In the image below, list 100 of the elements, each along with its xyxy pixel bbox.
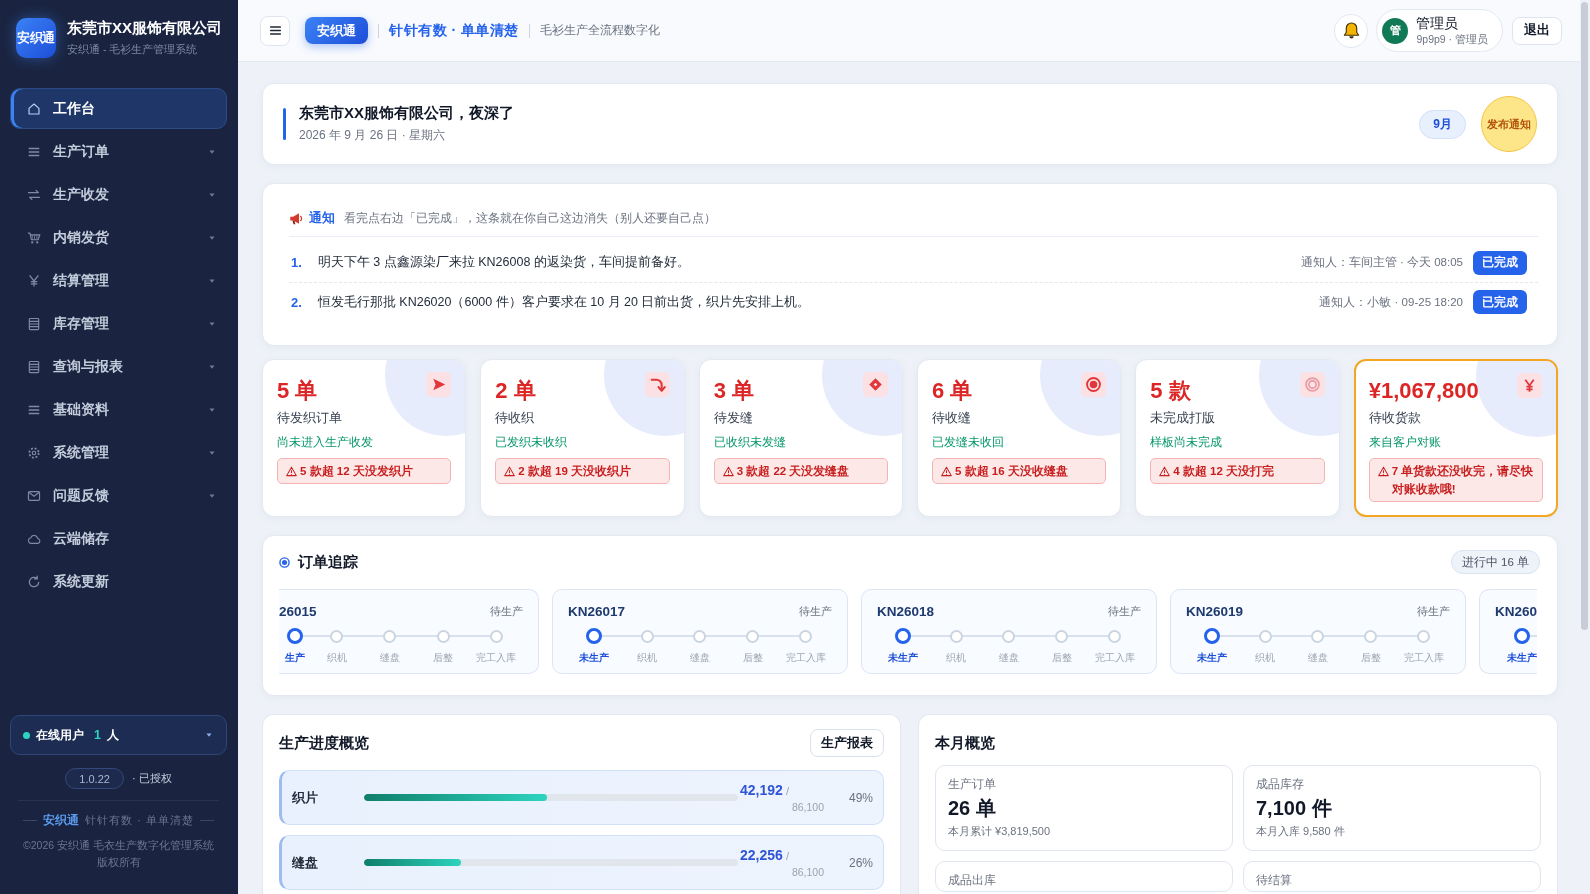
mail-icon (27, 488, 41, 503)
order-code: KN26019 (1186, 603, 1244, 619)
step-label: 未生产 (579, 651, 610, 664)
summary-tile[interactable]: 成品库存 7,100 件 本月入库 9,580 件 (1243, 765, 1541, 851)
step-label: 织机 (326, 651, 347, 664)
notice-text: 明天下午 3 点鑫源染厂来拉 KN26008 的返染货，车间提前备好。 (317, 254, 690, 271)
swap-arrows-icon (27, 187, 41, 202)
stat-card[interactable]: 6 单 待收缝 已发缝未收回 5 款超 16 天没收缝盘 (917, 359, 1122, 517)
refresh-icon (27, 574, 41, 589)
notice-number: 1. (291, 255, 302, 270)
sidebar-item[interactable]: 生产收发 (10, 174, 227, 215)
progress-label: 织片 (292, 790, 318, 805)
menu-button[interactable] (260, 15, 290, 46)
done-button[interactable]: 已完成 (1473, 250, 1527, 275)
order-card[interactable]: KN26017 待生产 未生产 织机 缝盘 后整 完工入库 (552, 589, 848, 674)
sidebar-item[interactable]: 生产订单 (10, 131, 227, 172)
app-subtitle: 安织通 - 毛衫生产管理系统 (67, 43, 198, 57)
caret-icon (209, 277, 215, 284)
accent-bar (283, 108, 286, 140)
month-badge[interactable]: 9月 (1419, 109, 1466, 139)
tile-label: 成品库存 (1256, 777, 1304, 792)
date-text: 2026 年 9 月 26 日 · 星期六 (299, 127, 446, 144)
user-avatar: 管 (1382, 17, 1409, 44)
warning-icon (286, 465, 297, 477)
step-label: 未生产 (888, 651, 919, 664)
caret-icon (209, 234, 215, 241)
sidebar-item[interactable]: 查询与报表 (10, 346, 227, 387)
sidebar-item[interactable]: 工作台 (10, 88, 227, 129)
stat-note: 样板尚未完成 (1150, 434, 1223, 451)
version-badge: 1.0.22 (65, 768, 124, 789)
order-card[interactable]: 26015 待生产 生产 织机 缝盘 后整 完工入库 (279, 589, 539, 674)
logout-button[interactable]: 退出 (1512, 16, 1562, 45)
order-code: KN26018 (877, 603, 935, 619)
stat-card[interactable]: 3 单 待发缝 已收织未发缝 3 款超 22 天没发缝盘 (698, 359, 903, 517)
stat-card[interactable]: 5 款 未完成打版 样板尚未完成 4 款超 12 天没打完 (1135, 359, 1340, 517)
warning-text: 7 单货款还没收完，请尽快对账收款哦! (1391, 463, 1534, 497)
step-label: 后整 (742, 651, 763, 664)
copyright-text: ©2026 安织通 毛衣生产数字化管理系统 版权所有 (23, 838, 214, 870)
settings-icon (27, 445, 41, 460)
report-button[interactable]: 生产报表 (810, 729, 884, 757)
tile-label: 待结算 (1256, 873, 1292, 888)
caret-icon (209, 320, 215, 327)
stat-note: 尚未进入生产收发 (277, 434, 373, 451)
order-card[interactable]: KN26018 待生产 未生产 织机 缝盘 后整 完工入库 (861, 589, 1157, 674)
publish-notice-button[interactable]: 发布通知 (1481, 96, 1537, 152)
notice-meta: 通知人：车间主管 · 今天 08:05 (1300, 255, 1463, 270)
progress-percent: 49% (848, 790, 873, 805)
sidebar-item[interactable]: 系统管理 (10, 432, 227, 473)
scrollbar-thumb[interactable] (1581, 2, 1588, 630)
sidebar-item[interactable]: 系统更新 (10, 561, 227, 602)
stat-note: 来自客户对账 (1368, 434, 1441, 451)
sidebar-item[interactable]: 结算管理 (10, 260, 227, 301)
stat-value: ¥1,067,800 (1368, 377, 1479, 405)
sidebar-item[interactable]: 问题反馈 (10, 475, 227, 516)
step-label: 缝盘 (690, 651, 710, 664)
order-status: 待生产 (1417, 603, 1450, 619)
user-menu[interactable]: 管 管理员 9p9p9 · 管理员 (1376, 9, 1503, 52)
notice-text: 恒发毛行那批 KN26020（6000 件）客户要求在 10 月 20 日前出货，织片先安排上机。 (317, 293, 811, 311)
step-label: 织机 (946, 651, 967, 664)
step-label: 未生产 (1197, 651, 1228, 664)
warning-icon (504, 465, 516, 477)
summary-tile[interactable]: 成品出库 (935, 861, 1233, 892)
stat-card[interactable]: ¥1,067,800 待收货款 来自客户对账 7 单货款还没收完，请尽快对账收款哦! (1353, 359, 1558, 517)
step-label: 缝盘 (379, 651, 400, 664)
order-card[interactable]: KN26019 待生产 未生产 织机 缝盘 后整 完工入库 (1170, 589, 1466, 674)
progress-total: 86,100 (791, 800, 824, 814)
done-button[interactable]: 已完成 (1473, 290, 1527, 314)
caret-icon (209, 148, 215, 155)
warning-icon (941, 465, 952, 477)
warning-text: 4 款超 12 天没打完 (1173, 463, 1275, 479)
notice-hint: 看完点右边「已完成」，这条就在你自己这边消失（别人还要自己点） (344, 210, 716, 226)
progress-total: 86,100 (791, 865, 824, 879)
step-label: 完工入库 (1094, 651, 1135, 664)
sidebar-item[interactable]: 库存管理 (10, 303, 227, 344)
send-icon (426, 372, 452, 397)
stat-card[interactable]: 5 单 待发织订单 尚未进入生产收发 5 款超 12 天没发织片 (262, 359, 467, 517)
caret-icon (209, 191, 215, 198)
online-users-dropdown[interactable]: 在线用户 1 人 (10, 715, 227, 755)
sidebar-item[interactable]: 基础资料 (10, 389, 227, 430)
step-label: 完工入库 (785, 651, 826, 664)
caret-icon (209, 406, 215, 413)
sidebar-item[interactable]: 云端储存 (10, 518, 227, 559)
notification-button[interactable] (1334, 13, 1369, 48)
section-title: 本月概览 (935, 733, 995, 753)
menu-icon (268, 24, 282, 37)
status-dot-icon (23, 731, 30, 739)
greeting-title: 东莞市XX服饰有限公司，夜深了 (299, 104, 514, 123)
summary-tile[interactable]: 待结算 (1243, 861, 1541, 892)
yen-icon (27, 273, 41, 288)
summary-tile[interactable]: 生产订单 26 单 本月累计 ¥3,819,500 (935, 765, 1233, 851)
tile-note: 本月累计 ¥3,819,500 (948, 824, 1051, 839)
tile-value: 26 单 (948, 796, 996, 821)
stat-card[interactable]: 2 单 待收织 已发织未收织 2 款超 19 天没收织片 (480, 359, 685, 517)
order-card[interactable]: KN260 未生产 (1479, 589, 1537, 674)
order-code: 26015 (279, 603, 317, 619)
tile-value: 7,100 件 (1256, 796, 1332, 821)
caret-icon (209, 363, 215, 370)
target-icon (279, 556, 290, 568)
order-status: 待生产 (799, 603, 832, 619)
sidebar-item[interactable]: 内销发货 (10, 217, 227, 258)
